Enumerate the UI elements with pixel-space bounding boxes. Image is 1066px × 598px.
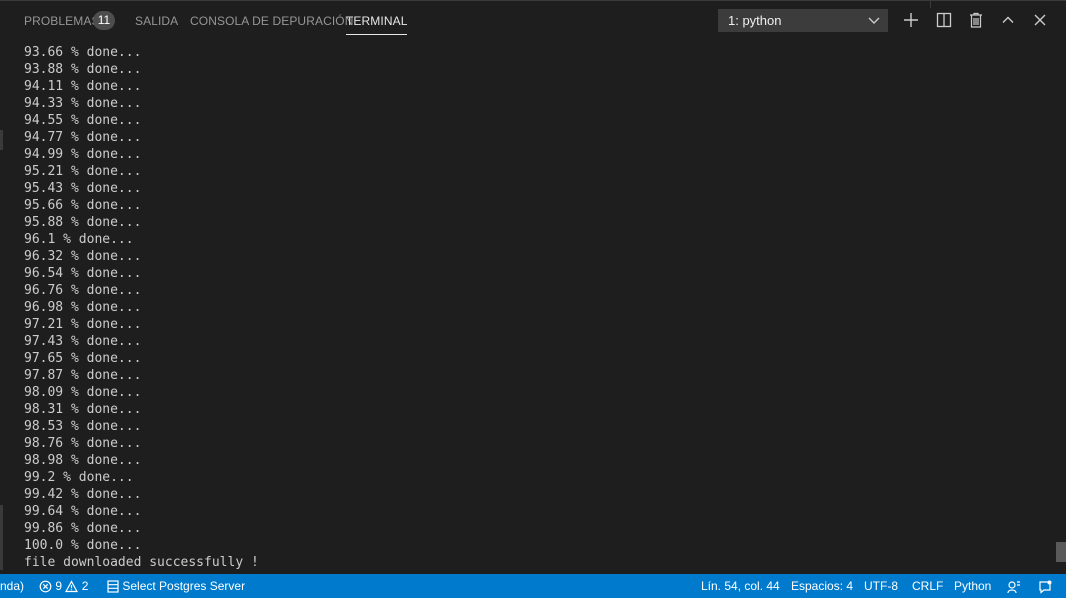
- tab-problems[interactable]: PROBLEMAS: [24, 13, 100, 35]
- postgres-server-selector[interactable]: Select Postgres Server: [107, 574, 245, 598]
- terminal-line: 94.77 % done...: [24, 130, 142, 145]
- terminal-selector[interactable]: 1: python: [718, 9, 888, 32]
- terminal-line: 100.0 % done...: [24, 538, 142, 553]
- terminal-line: 99.42 % done...: [24, 487, 142, 502]
- terminal-panel: PROBLEMAS 11 SALIDA CONSOLA DE DEPURACIÓ…: [0, 0, 1066, 574]
- terminal-line: 99.64 % done...: [24, 504, 142, 519]
- close-icon[interactable]: [1030, 10, 1050, 30]
- terminal-line: 99.2 % done...: [24, 470, 134, 485]
- tab-output[interactable]: SALIDA: [135, 13, 178, 35]
- python-env-indicator[interactable]: nda): [0, 574, 24, 598]
- tab-terminal[interactable]: TERMINAL: [346, 13, 408, 35]
- terminal-line: 93.88 % done...: [24, 62, 142, 77]
- status-bar: nda) 9 2 Select Postgres Server Lín. 54,…: [0, 574, 1066, 598]
- terminal-line: 98.76 % done...: [24, 436, 142, 451]
- terminal-line: 94.99 % done...: [24, 147, 142, 162]
- chevron-down-icon: [867, 10, 881, 31]
- plus-icon[interactable]: [901, 10, 921, 30]
- language-mode[interactable]: Python: [954, 574, 991, 598]
- warning-count: 2: [81, 579, 89, 593]
- terminal-selector-value: 1: python: [728, 13, 782, 28]
- terminal-line: 95.21 % done...: [24, 164, 142, 179]
- panel-tab-bar: PROBLEMAS 11 SALIDA CONSOLA DE DEPURACIÓ…: [0, 0, 1066, 40]
- terminal-line: 96.54 % done...: [24, 266, 142, 281]
- terminal-line: 95.43 % done...: [24, 181, 142, 196]
- scrollbar-thumb[interactable]: [1056, 542, 1066, 562]
- terminal-line: 96.1 % done...: [24, 232, 134, 247]
- terminal-line: 97.65 % done...: [24, 351, 142, 366]
- terminal-line: 94.33 % done...: [24, 96, 142, 111]
- trash-icon[interactable]: [966, 10, 986, 30]
- tab-debug-console[interactable]: CONSOLA DE DEPURACIÓN: [190, 13, 353, 35]
- terminal-line: 96.76 % done...: [24, 283, 142, 298]
- terminal-line: 97.43 % done...: [24, 334, 142, 349]
- terminal-line: 98.09 % done...: [24, 385, 142, 400]
- feedback-icon[interactable]: [1007, 574, 1021, 598]
- cursor-position[interactable]: Lín. 54, col. 44: [701, 574, 780, 598]
- gutter-marker: [0, 505, 3, 570]
- terminal-line: 94.11 % done...: [24, 79, 142, 94]
- eol-setting[interactable]: CRLF: [912, 574, 943, 598]
- problems-count-badge: 11: [93, 11, 115, 30]
- terminal-line: 98.31 % done...: [24, 402, 142, 417]
- error-icon: [39, 579, 52, 593]
- indentation-setting[interactable]: Espacios: 4: [791, 574, 853, 598]
- database-icon: [107, 579, 119, 593]
- terminal-line: 98.98 % done...: [24, 453, 142, 468]
- encoding-setting[interactable]: UTF-8: [864, 574, 898, 598]
- postgres-server-label: Select Postgres Server: [122, 579, 246, 593]
- terminal-line: 96.98 % done...: [24, 300, 142, 315]
- terminal-line: 97.21 % done...: [24, 317, 142, 332]
- terminal-line: file downloaded successfully !: [24, 555, 259, 570]
- split-icon[interactable]: [934, 10, 954, 30]
- problems-status[interactable]: 9 2: [39, 574, 88, 598]
- terminal-line: 95.66 % done...: [24, 198, 142, 213]
- gutter-marker: [0, 130, 3, 150]
- terminal-line: 98.53 % done...: [24, 419, 142, 434]
- error-count: 9: [55, 579, 63, 593]
- terminal-line: 95.88 % done...: [24, 215, 142, 230]
- terminal-output[interactable]: 93.66 % done... 93.88 % done... 94.11 % do…: [24, 44, 1044, 571]
- terminal-line: 93.66 % done...: [24, 45, 142, 60]
- notifications-icon[interactable]: [1038, 574, 1052, 598]
- terminal-line: 99.86 % done...: [24, 521, 142, 536]
- chevron-up-icon[interactable]: [998, 10, 1018, 30]
- terminal-line: 97.87 % done...: [24, 368, 142, 383]
- warning-icon: [65, 579, 79, 593]
- terminal-line: 94.55 % done...: [24, 113, 142, 128]
- terminal-line: 96.32 % done...: [24, 249, 142, 264]
